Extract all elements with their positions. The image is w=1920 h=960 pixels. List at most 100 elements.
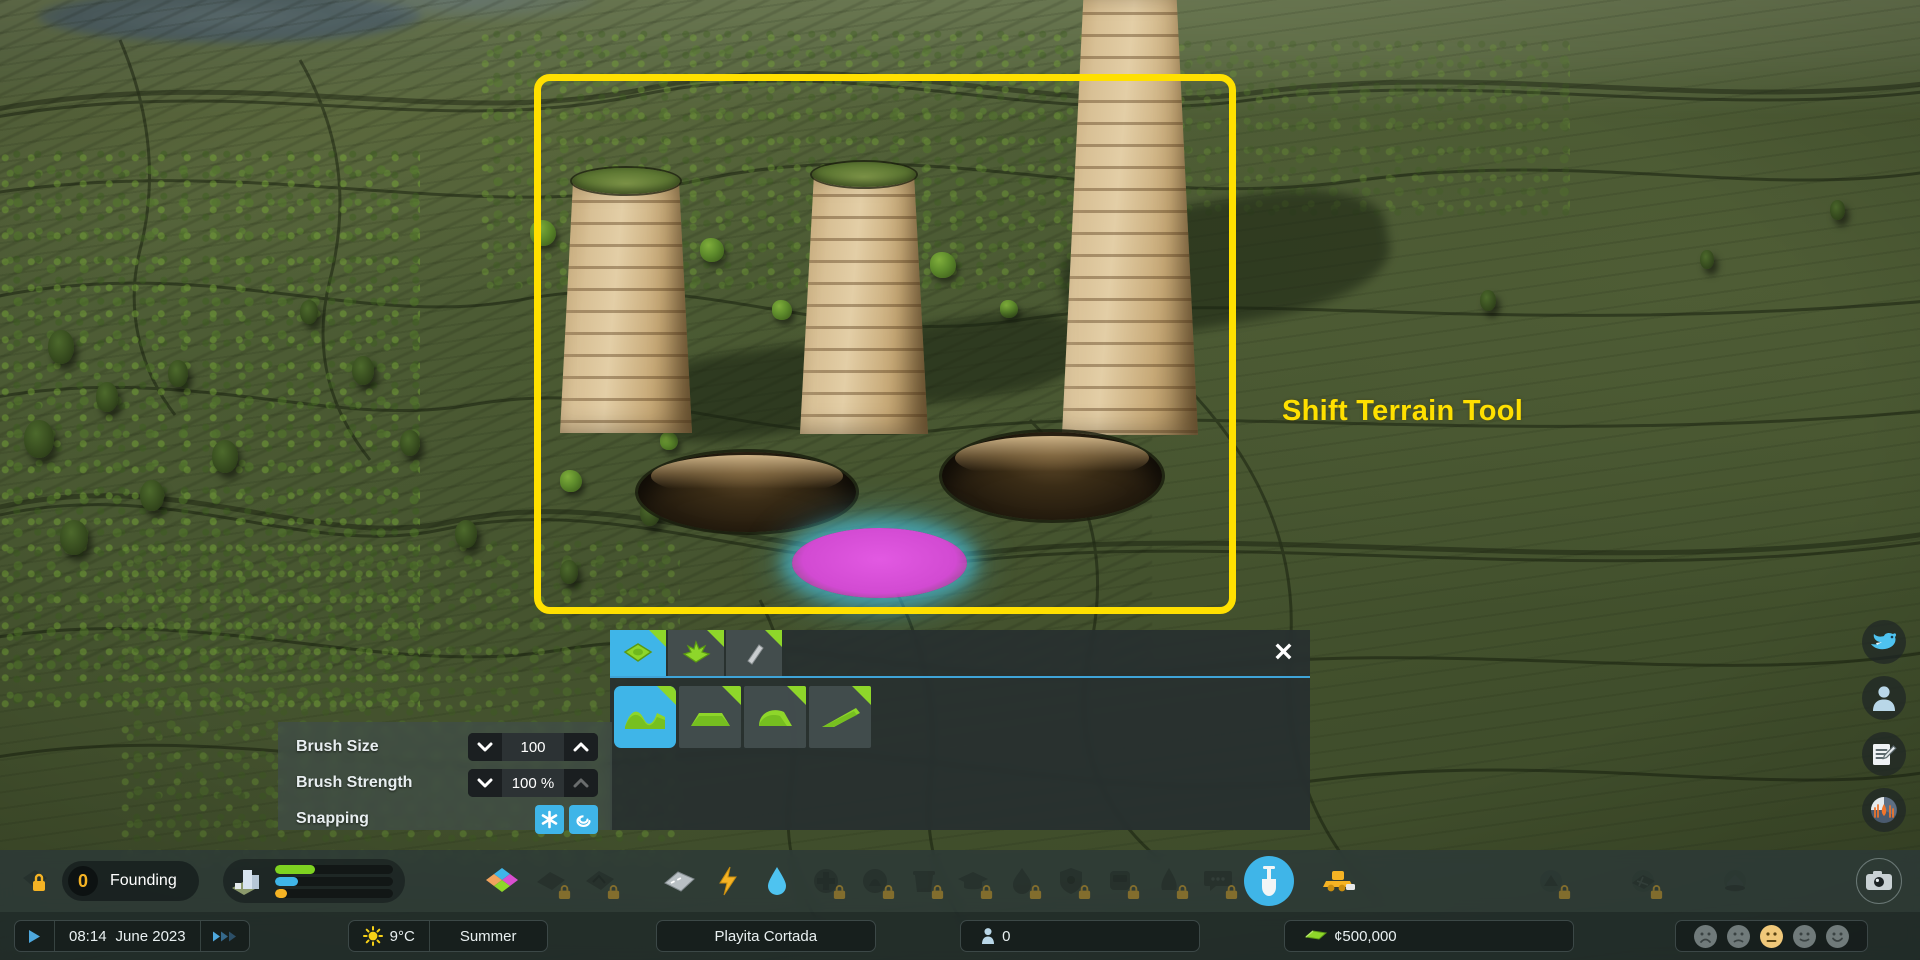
population-value: 0: [1002, 927, 1011, 945]
brush-size-increase-button[interactable]: [564, 733, 598, 761]
brush-strength-label: Brush Strength: [296, 774, 413, 791]
water-drop-icon: [767, 867, 786, 895]
terrain-tool-panel[interactable]: ✕: [610, 630, 1310, 830]
demand-panel[interactable]: [222, 859, 405, 903]
game-date-display: 08:14 June 2023: [55, 921, 201, 951]
toolbar-right-list: [1528, 858, 1902, 904]
terrain-pillar-1: [560, 178, 692, 433]
commercial-demand-bar: [274, 876, 393, 886]
brush-smooth[interactable]: [614, 686, 676, 748]
progression-locked-icon[interactable]: [18, 864, 52, 898]
status-bar[interactable]: 08:14 June 2023 9°C Summer Playita Corta…: [0, 912, 1920, 960]
landmarks-tool[interactable]: [1712, 858, 1758, 904]
snapping-toggles: [535, 804, 598, 834]
play-pause-button[interactable]: [15, 921, 55, 951]
terrain-tab[interactable]: [610, 630, 666, 676]
brush-size-row: Brush Size 100: [296, 732, 598, 762]
lock-icon: [931, 885, 943, 900]
fire-tool[interactable]: [999, 858, 1045, 904]
photo-mode-button[interactable]: [1856, 858, 1902, 904]
person-icon: [1873, 686, 1895, 711]
brush-corner-icon: [657, 686, 676, 705]
lock-icon: [1078, 885, 1090, 900]
zones-tool[interactable]: [479, 858, 525, 904]
brush-strength-value: 100 %: [502, 769, 564, 797]
chirper-button[interactable]: [1862, 620, 1906, 664]
brush-size-decrease-button[interactable]: [468, 733, 502, 761]
transport-tool[interactable]: [1097, 858, 1143, 904]
lock-icon: [980, 885, 992, 900]
brush-dome[interactable]: [744, 686, 806, 748]
time-control-group[interactable]: 08:14 June 2023: [14, 920, 250, 952]
lock-icon: [607, 885, 619, 900]
lock-icon: [1558, 885, 1571, 900]
lock-icon: [558, 885, 570, 900]
brush-strength-decrease-button[interactable]: [468, 769, 502, 797]
bulldozer-tool[interactable]: [1315, 858, 1365, 904]
brush-strength-stepper[interactable]: 100 %: [468, 769, 598, 797]
city-name-group[interactable]: Playita Cortada: [655, 920, 877, 952]
face-sad: [1727, 924, 1750, 948]
city-demand-icon: [231, 870, 259, 895]
snap-grid-toggle[interactable]: [535, 804, 564, 834]
money-group[interactable]: ¢500,000: [1284, 920, 1575, 952]
brush-size-stepper[interactable]: 100: [468, 733, 598, 761]
city-name: Playita Cortada: [714, 927, 818, 945]
close-icon[interactable]: ✕: [1273, 640, 1294, 666]
map-tiles-tool[interactable]: [1620, 858, 1666, 904]
lightning-icon: [718, 866, 737, 896]
statistics-button[interactable]: [1862, 788, 1906, 832]
milestone-number: 0: [68, 866, 98, 896]
bulldozer-icon: [1322, 871, 1355, 892]
roads-tool[interactable]: [656, 858, 702, 904]
brush-strength-row: Brush Strength 100 %: [296, 768, 598, 798]
electricity-tool[interactable]: [705, 858, 751, 904]
brush-slope[interactable]: [809, 686, 871, 748]
brush-flat[interactable]: [679, 686, 741, 748]
areas-tool[interactable]: [577, 858, 623, 904]
lock-icon: [1225, 885, 1237, 900]
fast-forward-button[interactable]: [201, 921, 249, 951]
communications-tool[interactable]: [1195, 858, 1241, 904]
zone-diamond-icon: [485, 868, 518, 892]
happiness-group[interactable]: [1675, 920, 1868, 952]
lock-icon: [1029, 885, 1041, 900]
main-toolbar[interactable]: 0 Founding: [0, 850, 1920, 912]
districts-tool[interactable]: [528, 858, 574, 904]
water-sewage-tool[interactable]: [754, 858, 800, 904]
brush-strength-increase-button[interactable]: [564, 769, 598, 797]
vegetation-tab[interactable]: [668, 630, 724, 676]
asterisk-icon: [541, 810, 558, 828]
citizens-button[interactable]: [1862, 676, 1906, 720]
weather-group[interactable]: 9°C Summer: [347, 920, 548, 952]
side-panel[interactable]: [1862, 620, 1906, 832]
snap-contour-toggle[interactable]: [569, 804, 598, 834]
terrain-brush-cursor: [792, 528, 967, 598]
education-tool[interactable]: [950, 858, 996, 904]
signature-buildings-tool[interactable]: [1528, 858, 1574, 904]
face-neutral: [1760, 924, 1783, 948]
cash-icon: [1305, 930, 1328, 940]
tab-corner-icon: [707, 630, 724, 647]
deathcare-tool[interactable]: [852, 858, 898, 904]
notes-icon: [1873, 744, 1897, 765]
parks-tool[interactable]: [1146, 858, 1192, 904]
house-icon: [1724, 870, 1746, 892]
garbage-tool[interactable]: [901, 858, 947, 904]
population-group[interactable]: 0: [960, 920, 1201, 952]
lock-icon: [833, 885, 845, 900]
population-display: 0: [961, 921, 1199, 951]
healthcare-tool[interactable]: [803, 858, 849, 904]
lock-icon: [1127, 885, 1139, 900]
brush-settings-panel[interactable]: Brush Size 100 Brush Strength 100 % Snap…: [278, 722, 612, 834]
terrain-tool[interactable]: [1243, 856, 1294, 906]
industrial-demand-bar: [274, 888, 393, 898]
game-screen: Shift Terrain Tool ✕ Brush Size 100 Brus…: [0, 0, 1920, 960]
shovel-icon: [1261, 866, 1276, 896]
milestone-pill[interactable]: 0 Founding: [62, 861, 199, 901]
face-happy: [1793, 924, 1816, 948]
police-tool[interactable]: [1048, 858, 1094, 904]
lock-icon: [1650, 885, 1663, 900]
path-tab[interactable]: [726, 630, 782, 676]
notifications-button[interactable]: [1862, 732, 1906, 776]
